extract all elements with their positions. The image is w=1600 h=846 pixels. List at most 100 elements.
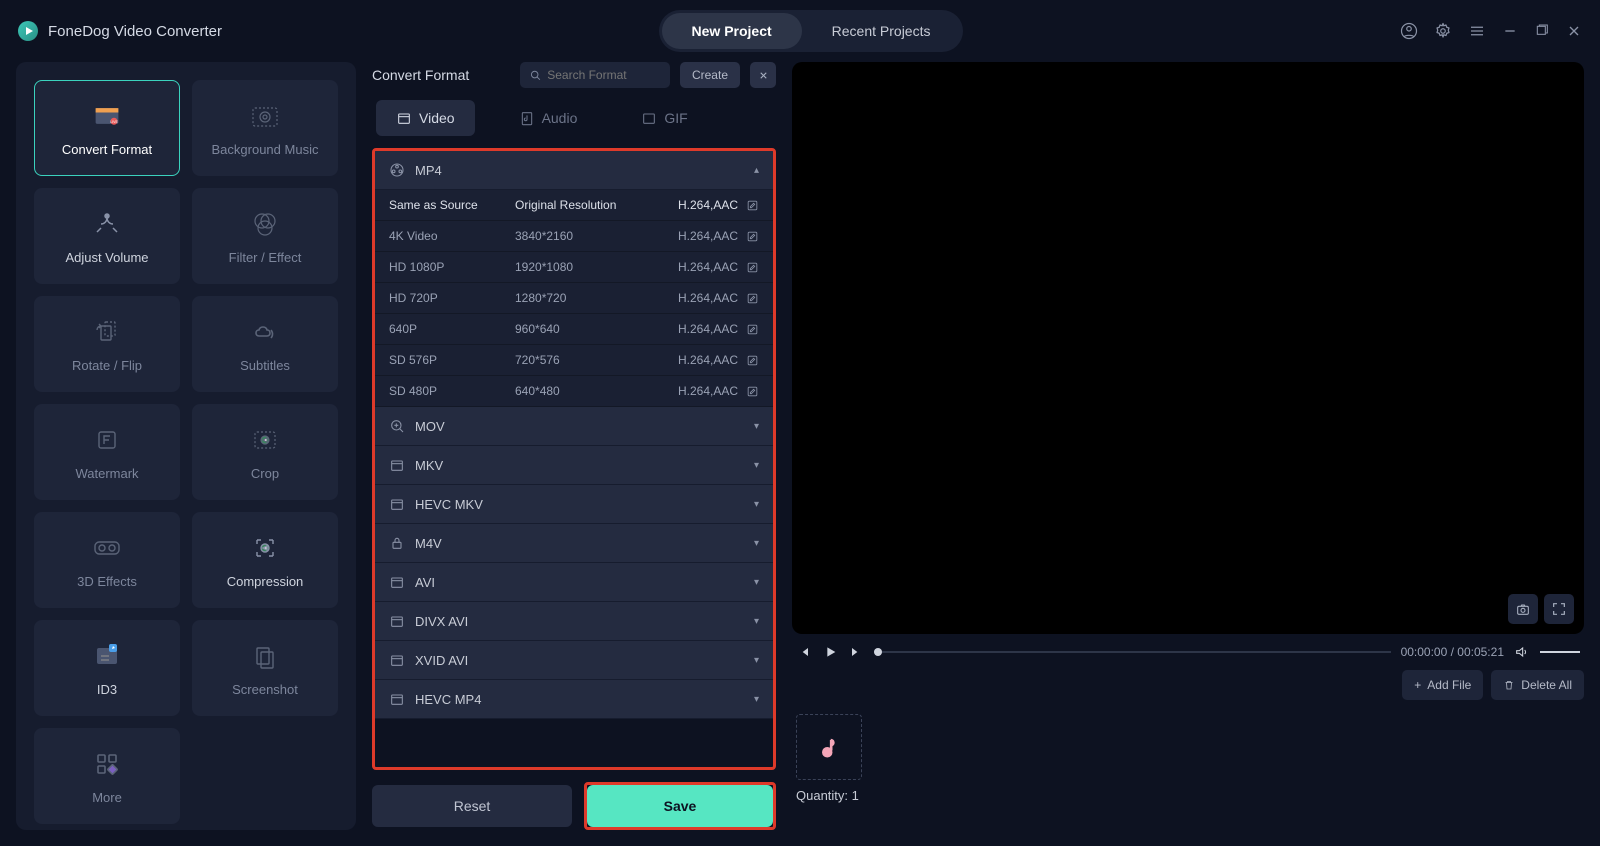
- settings-icon[interactable]: [1434, 22, 1452, 40]
- sidebar-item-watermark[interactable]: Watermark: [34, 404, 180, 500]
- film-icon: [389, 652, 405, 668]
- preset-row[interactable]: 4K Video3840*2160H.264,AAC: [375, 221, 773, 252]
- sidebar-item-label: More: [92, 790, 122, 805]
- quantity-label: Quantity: 1: [796, 788, 859, 803]
- film-icon: [389, 691, 405, 707]
- chevron-down-icon: ▾: [754, 616, 759, 627]
- format-group-m4v[interactable]: M4V▾: [375, 524, 773, 563]
- film-icon: [389, 457, 405, 473]
- edit-icon[interactable]: [746, 385, 759, 398]
- menu-icon[interactable]: [1468, 22, 1486, 40]
- tab-recent-projects[interactable]: Recent Projects: [802, 13, 961, 49]
- fullscreen-button[interactable]: [1544, 594, 1574, 624]
- audio-icon: [519, 110, 535, 126]
- gif-icon: [641, 110, 657, 126]
- format-group-hevc-mkv[interactable]: HEVC MKV▾: [375, 485, 773, 524]
- close-button[interactable]: [1566, 23, 1582, 39]
- volume-icon: [91, 208, 123, 240]
- format-group-divx-avi[interactable]: DIVX AVI▾: [375, 602, 773, 641]
- format-group-avi[interactable]: AVI▾: [375, 563, 773, 602]
- tools-sidebar: LIVE Convert Format Background Music Adj…: [16, 62, 356, 830]
- category-tab-video[interactable]: Video: [376, 100, 475, 136]
- edit-icon[interactable]: [746, 354, 759, 367]
- sidebar-item-3d-effects[interactable]: 3D Effects: [34, 512, 180, 608]
- preset-row[interactable]: 640P960*640H.264,AAC: [375, 314, 773, 345]
- compression-icon: [249, 532, 281, 564]
- preset-row[interactable]: HD 1080P1920*1080H.264,AAC: [375, 252, 773, 283]
- filter-icon: [249, 208, 281, 240]
- sidebar-item-label: Screenshot: [232, 682, 298, 697]
- chevron-down-icon: ▾: [754, 538, 759, 549]
- volume-track[interactable]: [1540, 651, 1580, 653]
- reel-icon: [389, 162, 405, 178]
- sidebar-item-id3[interactable]: ID3: [34, 620, 180, 716]
- category-tab-gif[interactable]: GIF: [621, 100, 707, 136]
- preset-row[interactable]: SD 480P640*480H.264,AAC: [375, 376, 773, 407]
- rotate-icon: [91, 316, 123, 348]
- sidebar-item-label: Crop: [251, 466, 279, 481]
- sidebar-item-adjust-volume[interactable]: Adjust Volume: [34, 188, 180, 284]
- chevron-down-icon: ▾: [754, 655, 759, 666]
- svg-text:LIVE: LIVE: [110, 120, 118, 124]
- tab-new-project[interactable]: New Project: [662, 13, 802, 49]
- volume-button[interactable]: [1514, 644, 1530, 660]
- sidebar-item-crop[interactable]: Crop: [192, 404, 338, 500]
- preset-row[interactable]: HD 720P1280*720H.264,AAC: [375, 283, 773, 314]
- chevron-down-icon: ▾: [754, 694, 759, 705]
- format-group-hevc-mp4[interactable]: HEVC MP4▾: [375, 680, 773, 719]
- format-group-mp4[interactable]: MP4▴: [375, 151, 773, 190]
- format-group-mkv[interactable]: MKV▾: [375, 446, 773, 485]
- edit-icon[interactable]: [746, 292, 759, 305]
- close-panel-button[interactable]: [750, 62, 776, 88]
- sidebar-item-background-music[interactable]: Background Music: [192, 80, 338, 176]
- save-button[interactable]: Save: [587, 785, 773, 827]
- format-group-mov[interactable]: MOV▾: [375, 407, 773, 446]
- seek-track[interactable]: [874, 651, 1391, 653]
- sidebar-item-filter-effect[interactable]: Filter / Effect: [192, 188, 338, 284]
- minimize-button[interactable]: [1502, 23, 1518, 39]
- preset-row[interactable]: SD 576P720*576H.264,AAC: [375, 345, 773, 376]
- sidebar-item-rotate-flip[interactable]: Rotate / Flip: [34, 296, 180, 392]
- sidebar-item-subtitles[interactable]: Subtitles: [192, 296, 338, 392]
- sidebar-item-convert-format[interactable]: LIVE Convert Format: [34, 80, 180, 176]
- add-file-button[interactable]: +Add File: [1402, 670, 1483, 700]
- format-group-xvid-avi[interactable]: XVID AVI▾: [375, 641, 773, 680]
- sidebar-item-label: Subtitles: [240, 358, 290, 373]
- sidebar-item-label: Rotate / Flip: [72, 358, 142, 373]
- next-button[interactable]: [848, 644, 864, 660]
- sidebar-item-label: Watermark: [75, 466, 138, 481]
- chevron-down-icon: ▾: [754, 421, 759, 432]
- edit-icon[interactable]: [746, 261, 759, 274]
- maximize-button[interactable]: [1534, 23, 1550, 39]
- create-button[interactable]: Create: [680, 62, 740, 88]
- film-icon: [389, 574, 405, 590]
- more-icon: [91, 748, 123, 780]
- search-input-wrap[interactable]: [520, 62, 670, 88]
- play-button[interactable]: [822, 644, 838, 660]
- chevron-up-icon: ▴: [754, 165, 759, 176]
- film-icon: [389, 496, 405, 512]
- music-note-icon: [815, 733, 843, 761]
- file-thumbnail[interactable]: [796, 714, 862, 780]
- search-input[interactable]: [547, 68, 660, 82]
- music-icon: [249, 100, 281, 132]
- preset-row[interactable]: Same as SourceOriginal ResolutionH.264,A…: [375, 190, 773, 221]
- edit-icon[interactable]: [746, 230, 759, 243]
- sidebar-item-screenshot[interactable]: Screenshot: [192, 620, 338, 716]
- id3-icon: [91, 640, 123, 672]
- category-tab-audio[interactable]: Audio: [499, 100, 598, 136]
- panel-title: Convert Format: [372, 67, 510, 83]
- sidebar-item-more[interactable]: More: [34, 728, 180, 824]
- snapshot-button[interactable]: [1508, 594, 1538, 624]
- sidebar-item-compression[interactable]: Compression: [192, 512, 338, 608]
- reset-button[interactable]: Reset: [372, 785, 572, 827]
- delete-all-button[interactable]: Delete All: [1491, 670, 1584, 700]
- edit-icon[interactable]: [746, 199, 759, 212]
- prev-button[interactable]: [796, 644, 812, 660]
- 3d-icon: [91, 532, 123, 564]
- app-logo: [18, 21, 38, 41]
- account-icon[interactable]: [1400, 22, 1418, 40]
- sidebar-item-label: Convert Format: [62, 142, 152, 157]
- chevron-down-icon: ▾: [754, 460, 759, 471]
- edit-icon[interactable]: [746, 323, 759, 336]
